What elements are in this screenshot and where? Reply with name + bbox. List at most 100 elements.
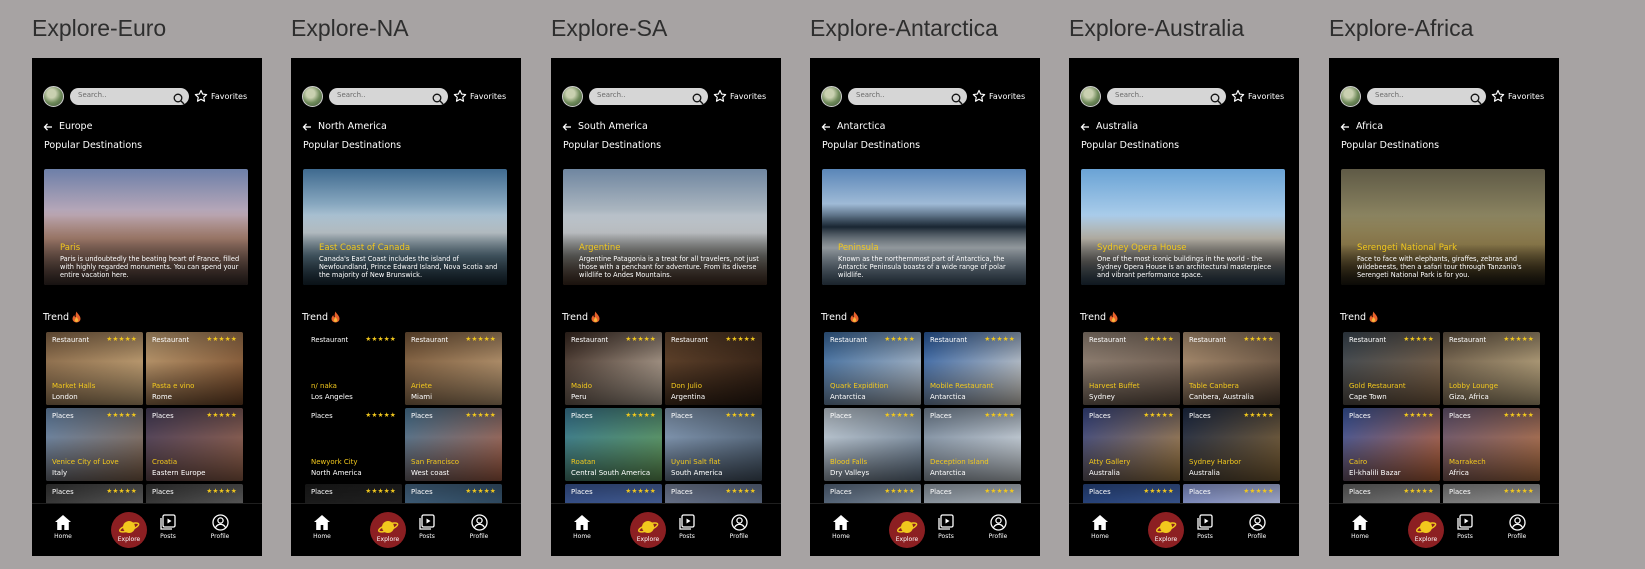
trend-tile[interactable]: Restaurant ★★★★★ Pasta e vino Rome bbox=[146, 332, 243, 405]
tile-location: Canbera, Australia bbox=[1189, 393, 1254, 401]
star-icon bbox=[194, 89, 208, 103]
nav-profile[interactable]: Profile bbox=[200, 514, 240, 540]
trend-tile[interactable]: Restaurant ★★★★★ Gold Restaurant Cape Town bbox=[1343, 332, 1440, 405]
trend-tile[interactable]: Places ★★★★★ San Francisco West coast bbox=[405, 408, 502, 481]
search-input[interactable]: Search.. bbox=[329, 88, 448, 105]
rating-stars: ★★★★★ bbox=[1243, 335, 1274, 343]
nav-home[interactable]: Home bbox=[1080, 514, 1120, 540]
nav-posts[interactable]: Posts bbox=[407, 514, 447, 540]
trend-tile[interactable]: Restaurant ★★★★★ Quark Expidition Antarctic… bbox=[824, 332, 921, 405]
nav-home[interactable]: Home bbox=[562, 514, 602, 540]
favorites-button[interactable]: Favorites bbox=[972, 88, 1025, 104]
trend-tile[interactable]: Restaurant ★★★★★ Table Canbera Canbera, Aus… bbox=[1183, 332, 1280, 405]
search-input[interactable]: Search.. bbox=[70, 88, 189, 105]
trend-tile[interactable]: Restaurant ★★★★★ Mobile Restaurant Antarcti… bbox=[924, 332, 1021, 405]
planet-icon bbox=[630, 518, 666, 536]
tile-category: Restaurant bbox=[52, 336, 90, 344]
trend-tile[interactable]: Places ★★★★★ Marrakech Africa bbox=[1443, 408, 1540, 481]
nav-posts[interactable]: Posts bbox=[926, 514, 966, 540]
search-input[interactable]: Search.. bbox=[1367, 88, 1486, 105]
tile-name: Maido bbox=[571, 382, 592, 390]
back-button[interactable]: Europe bbox=[43, 121, 92, 132]
hero-card[interactable]: Argentine Argentine Patagonia is a treat … bbox=[563, 169, 767, 285]
hero-title: Argentine bbox=[579, 243, 621, 253]
nav-home[interactable]: Home bbox=[1340, 514, 1380, 540]
favorites-button[interactable]: Favorites bbox=[713, 88, 766, 104]
nav-explore[interactable]: Explore bbox=[889, 512, 925, 548]
avatar[interactable] bbox=[43, 86, 64, 107]
favorites-button[interactable]: Favorites bbox=[1231, 88, 1284, 104]
tile-category: Restaurant bbox=[930, 336, 968, 344]
trend-tile[interactable]: Places ★★★★★ Croatia Eastern Europe bbox=[146, 408, 243, 481]
search-input[interactable]: Search.. bbox=[589, 88, 708, 105]
nav-explore[interactable]: Explore bbox=[1148, 512, 1184, 548]
tile-category: Places bbox=[1449, 412, 1471, 420]
trend-tile[interactable]: Places ★★★★★ Sydney Harbor Australia bbox=[1183, 408, 1280, 481]
trend-tile[interactable]: Restaurant ★★★★★ Harvest Buffet Sydney bbox=[1083, 332, 1180, 405]
nav-posts[interactable]: Posts bbox=[1185, 514, 1225, 540]
tile-name: Marrakech bbox=[1449, 458, 1486, 466]
nav-explore[interactable]: Explore bbox=[370, 512, 406, 548]
trend-tile[interactable]: Places ★★★★★ Uyuni Salt flat South America bbox=[665, 408, 762, 481]
search-icon[interactable] bbox=[951, 90, 963, 109]
trend-tile[interactable]: Restaurant ★★★★★ Don Julio Argentina bbox=[665, 332, 762, 405]
trend-tile[interactable]: Restaurant ★★★★★ Market Halls London bbox=[46, 332, 143, 405]
nav-posts[interactable]: Posts bbox=[1445, 514, 1485, 540]
search-input[interactable]: Search.. bbox=[848, 88, 967, 105]
back-button[interactable]: North America bbox=[302, 121, 387, 132]
nav-home[interactable]: Home bbox=[43, 514, 83, 540]
nav-posts[interactable]: Posts bbox=[667, 514, 707, 540]
hero-card[interactable]: East Coast of Canada Canada's East Coast … bbox=[303, 169, 507, 285]
nav-profile[interactable]: Profile bbox=[719, 514, 759, 540]
favorites-button[interactable]: Favorites bbox=[1491, 88, 1544, 104]
search-icon[interactable] bbox=[692, 90, 704, 109]
nav-profile[interactable]: Profile bbox=[1237, 514, 1277, 540]
trend-tile[interactable]: Places ★★★★★ Blood Falls Dry Valleys bbox=[824, 408, 921, 481]
trend-tile[interactable]: Places ★★★★★ Newyork City North America bbox=[305, 408, 402, 481]
nav-home[interactable]: Home bbox=[821, 514, 861, 540]
tile-category: Restaurant bbox=[311, 336, 349, 344]
hero-card[interactable]: Paris Paris is undoubtedly the beating he… bbox=[44, 169, 248, 285]
back-button[interactable]: Africa bbox=[1340, 121, 1383, 132]
hero-card[interactable]: Peninsula Known as the northernmost part … bbox=[822, 169, 1026, 285]
nav-profile[interactable]: Profile bbox=[459, 514, 499, 540]
nav-home[interactable]: Home bbox=[302, 514, 342, 540]
avatar[interactable] bbox=[1080, 86, 1101, 107]
trend-tile[interactable]: Places ★★★★★ Deception Island Antarctica bbox=[924, 408, 1021, 481]
favorites-button[interactable]: Favorites bbox=[194, 88, 247, 104]
nav-label: Profile bbox=[210, 533, 230, 540]
hero-card[interactable]: Serengeti National Park Face to face with… bbox=[1341, 169, 1545, 285]
search-icon[interactable] bbox=[173, 90, 185, 109]
nav-explore[interactable]: Explore bbox=[111, 512, 147, 548]
back-button[interactable]: South America bbox=[562, 121, 648, 132]
tile-category: Places bbox=[1089, 488, 1111, 496]
back-button[interactable]: Australia bbox=[1080, 121, 1138, 132]
search-icon[interactable] bbox=[1210, 90, 1222, 109]
nav-label: Explore bbox=[1414, 536, 1438, 543]
trend-tile[interactable]: Places ★★★★★ Cairo El-khalili Bazar bbox=[1343, 408, 1440, 481]
nav-profile[interactable]: Profile bbox=[978, 514, 1018, 540]
avatar[interactable] bbox=[562, 86, 583, 107]
search-icon[interactable] bbox=[1470, 90, 1482, 109]
nav-profile[interactable]: Profile bbox=[1497, 514, 1537, 540]
trend-tile[interactable]: Restaurant ★★★★★ Lobby Lounge Giza, Africa bbox=[1443, 332, 1540, 405]
search-icon[interactable] bbox=[432, 90, 444, 109]
trend-tile[interactable]: Places ★★★★★ Atty Gallery Australia bbox=[1083, 408, 1180, 481]
trend-tile[interactable]: Restaurant ★★★★★ Ariete Miami bbox=[405, 332, 502, 405]
search-input[interactable]: Search.. bbox=[1107, 88, 1226, 105]
avatar[interactable] bbox=[821, 86, 842, 107]
trend-tile[interactable]: Places ★★★★★ Roatan Central South America bbox=[565, 408, 662, 481]
hero-card[interactable]: Sydney Opera House One of the most iconic… bbox=[1081, 169, 1285, 285]
trend-tile[interactable]: Restaurant ★★★★★ Maido Peru bbox=[565, 332, 662, 405]
back-button[interactable]: Antarctica bbox=[821, 121, 885, 132]
nav-explore[interactable]: Explore bbox=[1408, 512, 1444, 548]
trend-tile[interactable]: Places ★★★★★ Venice City of Love Italy bbox=[46, 408, 143, 481]
favorites-button[interactable]: Favorites bbox=[453, 88, 506, 104]
nav-posts[interactable]: Posts bbox=[148, 514, 188, 540]
avatar[interactable] bbox=[1340, 86, 1361, 107]
avatar[interactable] bbox=[302, 86, 323, 107]
trend-grid: Restaurant ★★★★★ Market Halls London Restaur… bbox=[46, 332, 250, 508]
nav-explore[interactable]: Explore bbox=[630, 512, 666, 548]
trend-tile[interactable]: Restaurant ★★★★★ n/ naka Los Angeles bbox=[305, 332, 402, 405]
tile-location: Antarctica bbox=[930, 393, 966, 401]
